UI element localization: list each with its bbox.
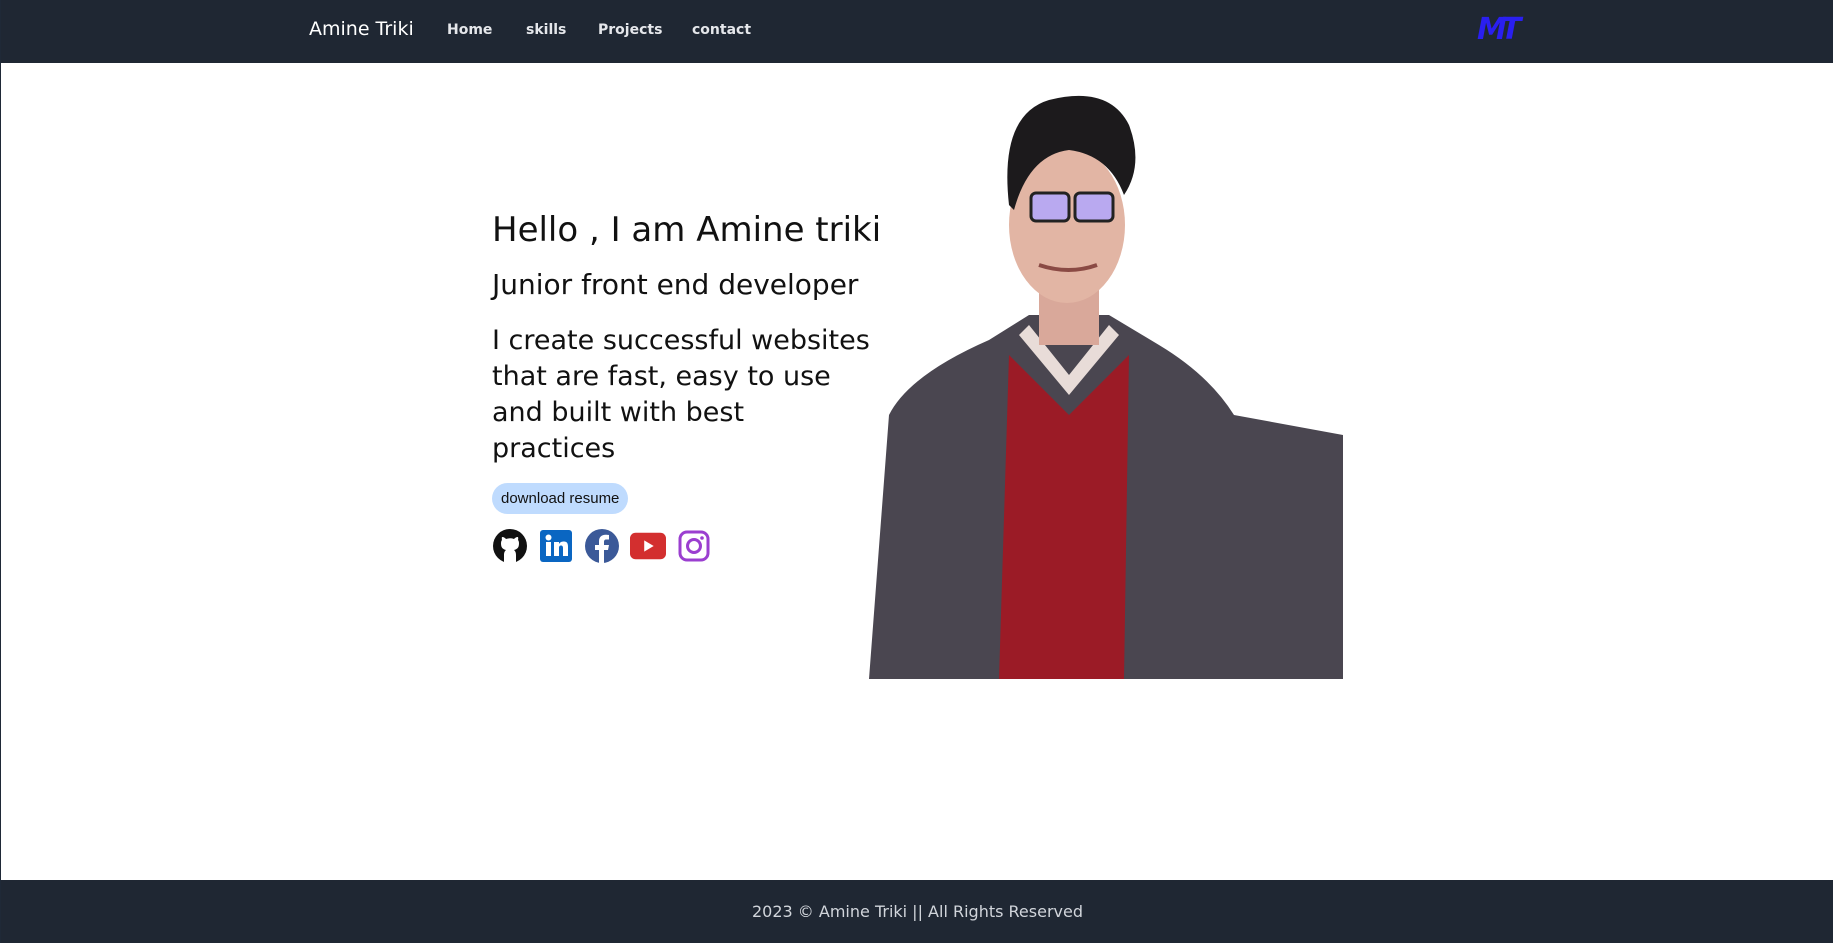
hero-tagline: I create successful websites that are fa… [492,325,870,464]
hero-title: Hello , I am Amine triki [492,210,882,250]
instagram-icon[interactable] [676,528,712,564]
nav-contact[interactable]: contact [692,22,751,38]
linkedin-icon[interactable] [538,528,574,564]
footer-copyright: 2023 © Amine Triki || All Rights Reserve… [752,902,1083,921]
hero: Hello , I am Amine triki Junior front en… [492,210,881,564]
nav-projects[interactable]: Projects [598,22,662,38]
nav-home[interactable]: Home [447,22,492,38]
footer: 2023 © Amine Triki || All Rights Reserve… [1,880,1833,943]
youtube-icon[interactable] [630,528,666,564]
logo[interactable]: MT [1477,12,1521,47]
facebook-icon[interactable] [584,528,620,564]
navbar: Amine Triki Home skills Projects contact… [1,0,1833,63]
social-links [492,528,881,564]
download-resume-button[interactable]: download resume [492,483,629,514]
hero-subtitle: Junior front end developer [492,268,859,301]
profile-photo [869,95,1343,679]
nav-skills[interactable]: skills [526,22,566,38]
brand[interactable]: Amine Triki [309,18,414,40]
github-icon[interactable] [492,528,528,564]
